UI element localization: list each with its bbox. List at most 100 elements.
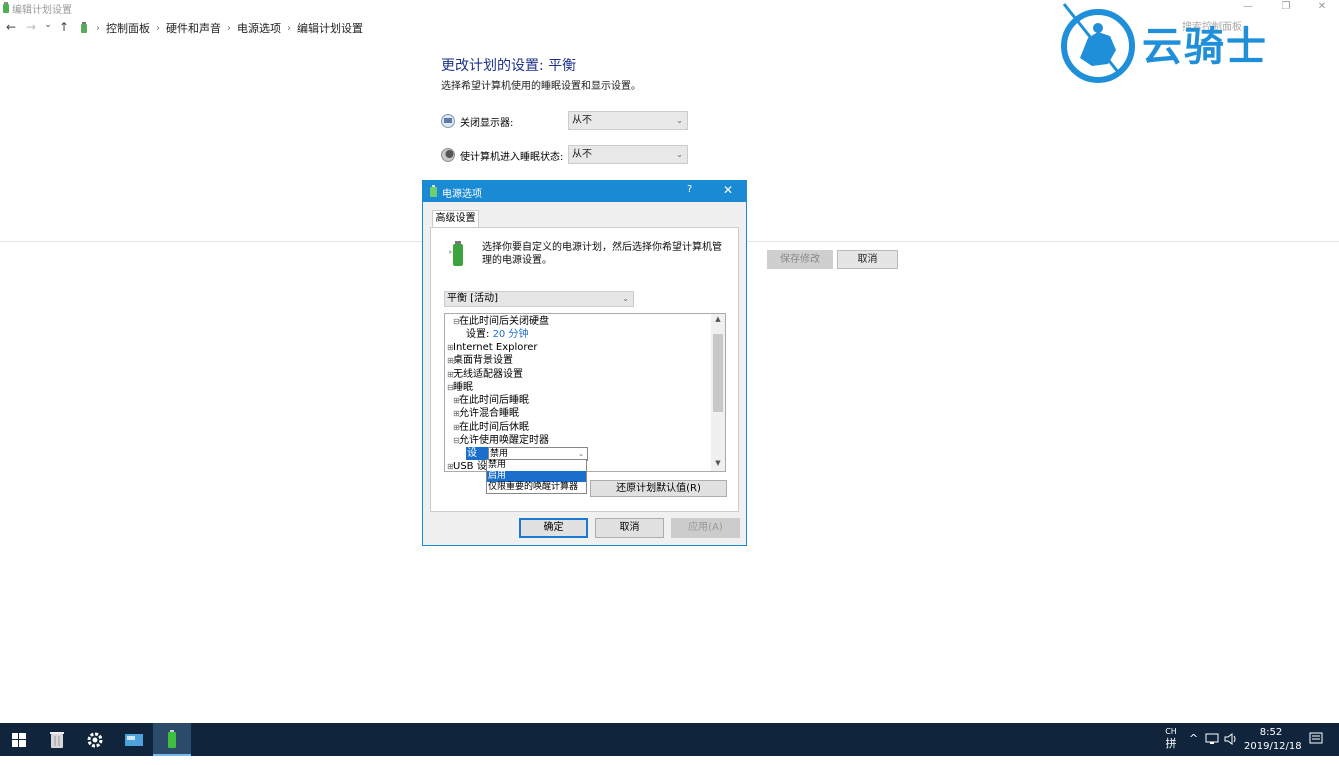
dialog-title: 电源选项: [442, 189, 482, 200]
ime-indicator[interactable]: CH 拼: [1164, 726, 1178, 759]
option-enable[interactable]: 启用: [487, 471, 586, 482]
sleep-value: 从不: [572, 149, 592, 160]
start-button[interactable]: [0, 723, 38, 756]
help-button[interactable]: ?: [687, 184, 692, 195]
display-off-row: 关闭显示器:: [441, 111, 574, 131]
breadcrumb: › 控制面板 › 硬件和声音 › 电源选项 › 编辑计划设置: [78, 20, 363, 36]
tree-scrollbar[interactable]: ▲ ▼: [711, 314, 725, 471]
tray-chevron-icon[interactable]: ^: [1189, 732, 1198, 765]
display-off-select[interactable]: 从不 ⌄: [568, 111, 688, 130]
breadcrumb-separator: ›: [287, 22, 291, 34]
tree-item-wireless-adapter[interactable]: ⊞无线适配器设置: [447, 368, 523, 381]
tree-item-hibernate-after[interactable]: ⊞在此时间后休眠: [453, 421, 529, 434]
taskbar-power-options[interactable]: [153, 723, 191, 756]
display-off-value: 从不: [572, 115, 592, 126]
chevron-down-icon: ⌄: [676, 150, 683, 159]
page-subtitle: 选择希望计算机使用的睡眠设置和显示设置。: [441, 81, 641, 92]
breadcrumb-edit-plan[interactable]: 编辑计划设置: [297, 20, 363, 36]
recent-locations-button[interactable]: ⌄: [41, 20, 55, 30]
chevron-down-icon: ⌄: [676, 116, 683, 125]
tree-item-hard-disk-setting[interactable]: 设置: 20 分钟: [466, 328, 528, 341]
forward-button[interactable]: →: [24, 20, 38, 34]
option-important-only[interactable]: 仅限重要的唤醒计算器: [487, 482, 586, 493]
sleep-row: 使计算机进入睡眠状态:: [441, 145, 574, 165]
cancel-button[interactable]: 取消: [837, 250, 898, 269]
scrollbar-thumb[interactable]: [713, 334, 723, 412]
tree-item-sleep-after[interactable]: ⊞在此时间后睡眠: [453, 394, 529, 407]
volume-icon[interactable]: [1224, 732, 1238, 765]
option-disable[interactable]: 禁用: [487, 460, 586, 471]
settings-gear-icon: [87, 732, 103, 747]
wake-timers-value: 禁用: [490, 449, 509, 459]
power-plan-value: 平衡 [活动]: [447, 293, 498, 304]
ime-mode: 拼: [1165, 737, 1177, 750]
scroll-down-icon[interactable]: ▼: [711, 459, 725, 467]
restore-defaults-button[interactable]: 还原计划默认值(R): [590, 480, 727, 497]
dialog-cancel-button[interactable]: 取消: [595, 518, 664, 538]
network-icon[interactable]: [1205, 732, 1221, 765]
wake-timers-dropdown-list[interactable]: 禁用 启用 仅限重要的唤醒计算器: [486, 459, 587, 494]
power-plan-select[interactable]: 平衡 [活动] ⌄: [444, 291, 634, 307]
watermark-logo: 云骑士: [1058, 2, 1334, 84]
windows-start-icon: [12, 732, 26, 747]
tree-item-label: 允许使用唤醒定时器: [459, 435, 549, 446]
tree-item-hard-disk-off[interactable]: ⊟在此时间后关闭硬盘: [453, 315, 549, 328]
tree-item-label: 无线适配器设置: [453, 369, 523, 380]
sleep-label: 使计算机进入睡眠状态:: [460, 151, 564, 163]
notifications-icon[interactable]: [1309, 732, 1323, 765]
clock-time: 8:52: [1259, 727, 1283, 738]
breadcrumb-hardware-sound[interactable]: 硬件和声音: [166, 20, 221, 36]
dialog-close-button[interactable]: ✕: [723, 183, 733, 197]
battery-icon: [430, 185, 437, 197]
watermark-text: 云骑士: [1142, 24, 1268, 70]
page-title: 更改计划的设置: 平衡: [441, 58, 577, 74]
tree-item-label: 在此时间后关闭硬盘: [459, 316, 549, 327]
taskbar-settings[interactable]: [76, 723, 114, 756]
tree-item-label: 桌面背景设置: [453, 355, 513, 366]
taskbar: CH 拼 ^ 8:52 2019/12/18: [0, 723, 1339, 756]
window-title: 编辑计划设置: [12, 5, 72, 16]
wake-timers-setting-label: 设置:: [466, 447, 488, 471]
tree-item-hybrid-sleep[interactable]: ⊞允许混合睡眠: [453, 407, 519, 420]
tree-item-label: 在此时间后休眠: [459, 422, 529, 433]
ok-button[interactable]: 确定: [519, 518, 588, 538]
tree-item-sleep[interactable]: ⊟睡眠: [447, 381, 473, 394]
dialog-description: 选择你要自定义的电源计划，然后选择你希望计算机管理的电源设置。: [482, 242, 722, 266]
breadcrumb-separator: ›: [96, 22, 100, 34]
chevron-down-icon: ⌄: [622, 294, 629, 303]
control-panel-icon: [125, 733, 143, 746]
tree-item-label: 睡眠: [453, 382, 473, 393]
save-changes-button[interactable]: 保存修改: [767, 250, 833, 269]
sleep-moon-icon: [441, 148, 455, 162]
tree-item-internet-explorer[interactable]: ⊞Internet Explorer: [447, 341, 538, 354]
recycle-bin-icon: [50, 731, 64, 748]
power-options-battery-icon: [168, 729, 176, 748]
breadcrumb-power-options[interactable]: 电源选项: [237, 20, 281, 36]
tree-item-label: 在此时间后睡眠: [459, 395, 529, 406]
breadcrumb-control-panel[interactable]: 控制面板: [106, 20, 150, 36]
tree-item-wake-timers[interactable]: ⊟允许使用唤醒定时器: [453, 434, 549, 447]
settings-tree[interactable]: ⊟在此时间后关闭硬盘 设置: 20 分钟 ⊞Internet Explorer …: [444, 313, 726, 472]
breadcrumb-separator: ›: [156, 22, 160, 34]
scroll-up-icon[interactable]: ▲: [711, 315, 725, 323]
up-button[interactable]: ↑: [57, 20, 71, 34]
control-panel-icon: [81, 22, 87, 33]
monitor-icon: [441, 114, 455, 128]
knight-logo-icon: [1061, 3, 1135, 83]
tab-advanced-settings[interactable]: 高级设置: [432, 210, 479, 228]
display-off-label: 关闭显示器:: [460, 117, 514, 129]
tree-item-label: Internet Explorer: [453, 342, 538, 353]
apply-button[interactable]: 应用(A): [671, 518, 740, 538]
dialog-titlebar: 电源选项 ? ✕: [423, 181, 746, 202]
tree-item-value[interactable]: 20 分钟: [493, 329, 529, 340]
breadcrumb-separator: ›: [227, 22, 231, 34]
taskbar-control-panel[interactable]: [115, 723, 153, 756]
power-plan-icon: [3, 2, 9, 13]
sleep-select[interactable]: 从不 ⌄: [568, 145, 688, 164]
tree-item-desktop-background[interactable]: ⊞桌面背景设置: [447, 354, 513, 367]
tree-item-label: 允许混合睡眠: [459, 408, 519, 419]
system-clock[interactable]: 8:52 2019/12/18: [1244, 726, 1302, 754]
back-button[interactable]: ←: [4, 20, 18, 34]
clock-date: 2019/12/18: [1244, 741, 1302, 752]
taskbar-recycle-bin[interactable]: [38, 723, 76, 756]
